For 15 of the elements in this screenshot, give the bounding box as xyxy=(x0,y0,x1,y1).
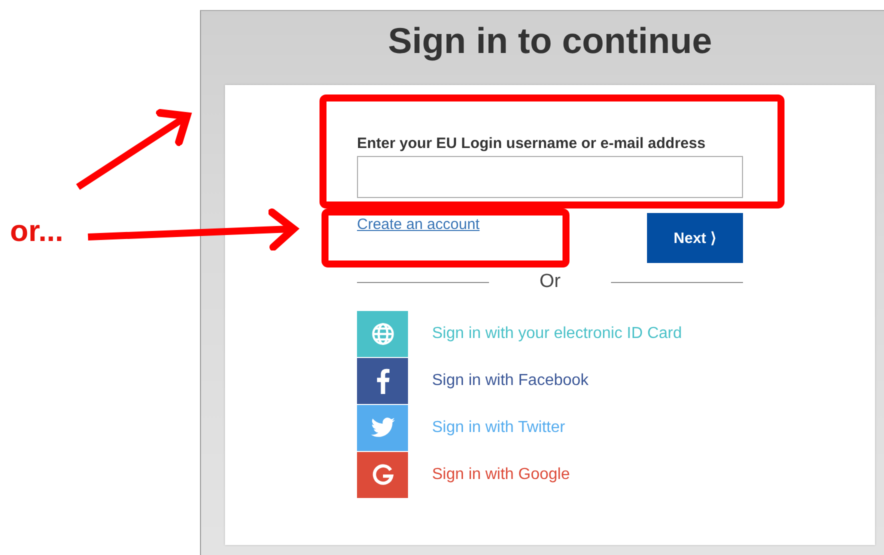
globe-icon xyxy=(370,321,396,347)
or-divider-text: Or xyxy=(539,271,561,293)
provider-tile[interactable] xyxy=(357,405,408,451)
provider-tile[interactable] xyxy=(357,358,408,404)
provider-link[interactable]: Sign in with Twitter xyxy=(432,419,566,437)
page-title: Sign in to continue xyxy=(387,21,713,63)
provider-tile[interactable] xyxy=(357,311,408,357)
next-button[interactable]: Next ⟩ xyxy=(647,213,743,263)
field-label: Enter your EU Login username or e-mail address xyxy=(357,135,706,153)
username-field[interactable] xyxy=(357,156,743,198)
annotation-note: or... xyxy=(10,215,64,249)
provider-link[interactable]: Sign in with Facebook xyxy=(432,372,589,390)
provider-link[interactable]: Sign in with Google xyxy=(432,466,570,484)
create-account-link[interactable]: Create an account xyxy=(357,216,480,233)
provider-tile[interactable] xyxy=(357,452,408,498)
